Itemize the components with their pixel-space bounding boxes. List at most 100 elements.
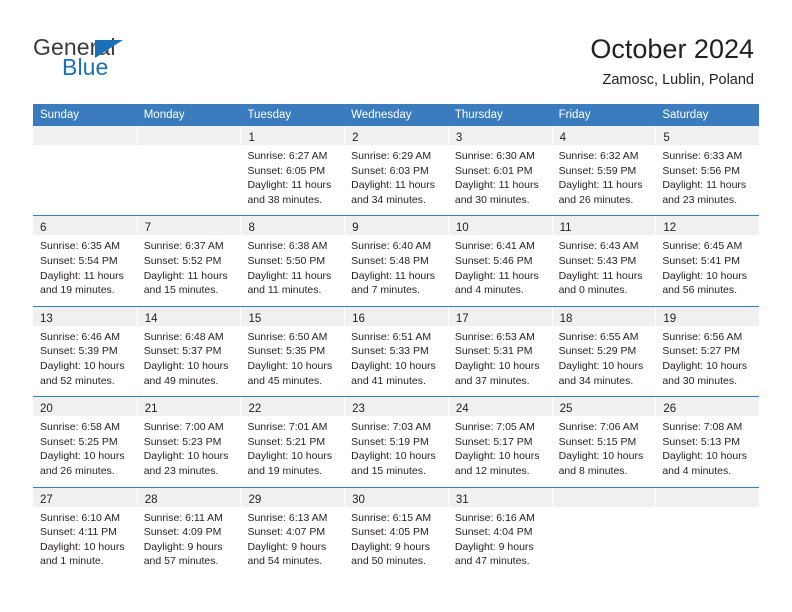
daylight-text-line1: Daylight: 11 hours bbox=[247, 179, 332, 192]
calendar-day-cell[interactable]: 13 Sunrise: 6:46 AM Sunset: 5:39 PM Dayligh… bbox=[33, 306, 137, 396]
day-number: 6 bbox=[40, 222, 47, 235]
daylight-text-line1: Daylight: 11 hours bbox=[143, 269, 228, 282]
calendar-day-cell[interactable]: 10 Sunrise: 6:41 AM Sunset: 5:46 PM Dayligh… bbox=[447, 216, 552, 305]
day-number: 17 bbox=[455, 312, 469, 325]
calendar-day-cell[interactable]: 22 Sunrise: 7:01 AM Sunset: 5:21 PM Dayligh… bbox=[240, 397, 345, 486]
sunset-text: Sunset: 5:15 PM bbox=[558, 435, 637, 448]
calendar-day-cell[interactable]: 15 Sunrise: 6:50 AM Sunset: 5:35 PM Dayligh… bbox=[240, 306, 345, 396]
day-number: 19 bbox=[663, 312, 677, 325]
calendar-day-cell[interactable]: 14 Sunrise: 6:48 AM Sunset: 5:37 PM Dayligh… bbox=[136, 306, 241, 396]
day-number-band bbox=[33, 126, 137, 145]
day-details: Sunrise: 6:29 AM Sunset: 6:03 PM Daylight:… bbox=[344, 145, 448, 215]
daylight-text-line1: Daylight: 11 hours bbox=[454, 269, 539, 282]
day-number: 10 bbox=[455, 222, 469, 235]
daylight-text-line1: Daylight: 9 hours bbox=[247, 540, 327, 553]
daylight-text-line2: and 4 minutes. bbox=[662, 464, 732, 477]
daylight-text-line1: Daylight: 10 hours bbox=[40, 450, 125, 463]
day-details: Sunrise: 6:55 AM Sunset: 5:29 PM Daylight:… bbox=[552, 326, 656, 396]
general-blue-logo[interactable]: General Blue bbox=[33, 36, 203, 92]
daylight-text-line1: Daylight: 10 hours bbox=[247, 450, 333, 463]
day-details: Sunrise: 6:46 AM Sunset: 5:39 PM Daylight:… bbox=[33, 326, 137, 396]
day-details: Sunrise: 7:01 AM Sunset: 5:21 PM Daylight:… bbox=[240, 416, 344, 486]
daylight-text-line1: Daylight: 9 hours bbox=[143, 540, 223, 553]
day-details: Sunrise: 6:41 AM Sunset: 5:46 PM Daylight:… bbox=[448, 235, 552, 305]
logo-text-blue: Blue bbox=[62, 54, 109, 80]
day-number-band: 20 bbox=[33, 397, 137, 417]
sunrise-text: Sunrise: 6:32 AM bbox=[558, 150, 639, 162]
sunset-text: Sunset: 5:50 PM bbox=[247, 254, 326, 267]
sunrise-text: Sunrise: 7:06 AM bbox=[558, 421, 639, 434]
day-number-band bbox=[136, 126, 241, 145]
calendar-day-cell[interactable]: 25 Sunrise: 7:06 AM Sunset: 5:15 PM Dayligh… bbox=[551, 397, 656, 486]
calendar-day-cell[interactable]: 28 Sunrise: 6:11 AM Sunset: 4:09 PM Dayligh… bbox=[136, 487, 241, 577]
day-number: 28 bbox=[144, 493, 158, 506]
calendar-day-cell[interactable]: 4 Sunrise: 6:32 AM Sunset: 5:59 PM Daylight… bbox=[551, 126, 656, 215]
day-details: Sunrise: 6:58 AM Sunset: 5:25 PM Daylight:… bbox=[33, 416, 137, 486]
sunset-text: Sunset: 5:54 PM bbox=[40, 254, 118, 267]
calendar-day-cell[interactable]: 2 Sunrise: 6:29 AM Sunset: 6:03 PM Daylight… bbox=[344, 126, 448, 215]
daylight-text-line2: and 38 minutes. bbox=[247, 193, 323, 206]
sunset-text: Sunset: 5:25 PM bbox=[40, 435, 118, 448]
sunset-text: Sunset: 5:33 PM bbox=[351, 345, 429, 358]
daylight-text-line1: Daylight: 10 hours bbox=[247, 359, 333, 372]
calendar-day-cell[interactable]: 17 Sunrise: 6:53 AM Sunset: 5:31 PM Dayligh… bbox=[447, 306, 552, 396]
daylight-text-line1: Daylight: 10 hours bbox=[662, 269, 747, 282]
sunset-text: Sunset: 5:23 PM bbox=[143, 435, 222, 448]
day-details bbox=[137, 145, 241, 212]
weekday-header-wednesday: Wednesday bbox=[351, 109, 412, 121]
day-number-band: 14 bbox=[136, 306, 241, 326]
calendar-day-cell[interactable]: 8 Sunrise: 6:38 AM Sunset: 5:50 PM Daylight… bbox=[240, 216, 345, 305]
day-details: Sunrise: 6:11 AM Sunset: 4:09 PM Daylight:… bbox=[137, 507, 241, 577]
weekday-header-monday: Monday bbox=[143, 109, 185, 121]
calendar-day-cell[interactable]: 24 Sunrise: 7:05 AM Sunset: 5:17 PM Dayligh… bbox=[447, 397, 552, 486]
calendar-day-cell[interactable]: 20 Sunrise: 6:58 AM Sunset: 5:25 PM Dayligh… bbox=[33, 397, 137, 486]
calendar-day-cell[interactable]: 11 Sunrise: 6:43 AM Sunset: 5:43 PM Dayligh… bbox=[551, 216, 656, 305]
calendar-day-cell[interactable]: 12 Sunrise: 6:45 AM Sunset: 5:41 PM Dayligh… bbox=[655, 216, 760, 305]
day-number-band: 5 bbox=[655, 126, 760, 145]
calendar-day-cell[interactable]: 29 Sunrise: 6:13 AM Sunset: 4:07 PM Dayligh… bbox=[240, 487, 345, 577]
sunrise-text: Sunrise: 6:46 AM bbox=[40, 330, 120, 343]
sunset-text: Sunset: 5:27 PM bbox=[662, 345, 740, 358]
calendar-day-cell[interactable]: 31 Sunrise: 6:16 AM Sunset: 4:04 PM Dayligh… bbox=[447, 487, 552, 577]
day-details: Sunrise: 6:50 AM Sunset: 5:35 PM Daylight:… bbox=[240, 326, 344, 396]
calendar-day-cell[interactable]: 16 Sunrise: 6:51 AM Sunset: 5:33 PM Dayligh… bbox=[344, 306, 448, 396]
calendar-day-cell[interactable]: 18 Sunrise: 6:55 AM Sunset: 5:29 PM Dayligh… bbox=[551, 306, 656, 396]
day-number: 8 bbox=[248, 222, 255, 235]
sunrise-text: Sunrise: 6:30 AM bbox=[454, 150, 535, 162]
daylight-text-line2: and 26 minutes. bbox=[558, 193, 634, 206]
calendar-cell-empty bbox=[136, 126, 241, 215]
day-number-band: 13 bbox=[33, 306, 137, 326]
calendar-day-cell[interactable]: 6 Sunrise: 6:35 AM Sunset: 5:54 PM Daylight… bbox=[33, 216, 137, 305]
calendar-day-cell[interactable]: 1 Sunrise: 6:27 AM Sunset: 6:05 PM Daylight… bbox=[240, 126, 345, 215]
daylight-text-line2: and 4 minutes. bbox=[454, 284, 524, 297]
daylight-text-line2: and 47 minutes. bbox=[454, 555, 530, 568]
daylight-text-line1: Daylight: 10 hours bbox=[143, 359, 229, 372]
calendar-day-cell[interactable]: 5 Sunrise: 6:33 AM Sunset: 5:56 PM Daylight… bbox=[655, 126, 760, 215]
calendar-day-cell[interactable]: 26 Sunrise: 7:08 AM Sunset: 5:13 PM Dayligh… bbox=[655, 397, 760, 486]
daylight-text-line2: and 49 minutes. bbox=[143, 374, 219, 387]
day-details bbox=[33, 145, 137, 212]
sunrise-text: Sunrise: 7:00 AM bbox=[143, 421, 224, 434]
calendar-day-cell[interactable]: 9 Sunrise: 6:40 AM Sunset: 5:48 PM Daylight… bbox=[344, 216, 448, 305]
day-number: 5 bbox=[663, 132, 670, 144]
daylight-text-line1: Daylight: 10 hours bbox=[662, 359, 747, 372]
calendar-day-cell[interactable]: 23 Sunrise: 7:03 AM Sunset: 5:19 PM Dayligh… bbox=[344, 397, 448, 486]
calendar-day-cell[interactable]: 30 Sunrise: 6:15 AM Sunset: 4:05 PM Dayligh… bbox=[344, 487, 448, 577]
sunset-text: Sunset: 5:59 PM bbox=[558, 164, 637, 177]
calendar-day-cell[interactable]: 7 Sunrise: 6:37 AM Sunset: 5:52 PM Daylight… bbox=[136, 216, 241, 305]
sunrise-text: Sunrise: 6:51 AM bbox=[351, 330, 432, 343]
page-title: October 2024 bbox=[590, 34, 754, 64]
calendar-day-cell[interactable]: 19 Sunrise: 6:56 AM Sunset: 5:27 PM Dayligh… bbox=[655, 306, 760, 396]
day-number-band: 25 bbox=[551, 397, 656, 417]
sunset-text: Sunset: 5:52 PM bbox=[143, 254, 222, 267]
daylight-text-line1: Daylight: 10 hours bbox=[558, 450, 644, 463]
day-details: Sunrise: 6:43 AM Sunset: 5:43 PM Daylight:… bbox=[552, 235, 656, 305]
calendar-cell-empty bbox=[551, 487, 656, 577]
calendar-day-cell[interactable]: 21 Sunrise: 7:00 AM Sunset: 5:23 PM Dayligh… bbox=[136, 397, 241, 486]
calendar-day-cell[interactable]: 3 Sunrise: 6:30 AM Sunset: 6:01 PM Daylight… bbox=[447, 126, 552, 215]
sunset-text: Sunset: 5:31 PM bbox=[454, 345, 533, 358]
sunset-text: Sunset: 5:13 PM bbox=[662, 435, 740, 448]
calendar-cell-empty bbox=[33, 126, 137, 215]
calendar-day-cell[interactable]: 27 Sunrise: 6:10 AM Sunset: 4:11 PM Dayligh… bbox=[33, 487, 137, 577]
daylight-text-line1: Daylight: 11 hours bbox=[351, 179, 436, 192]
